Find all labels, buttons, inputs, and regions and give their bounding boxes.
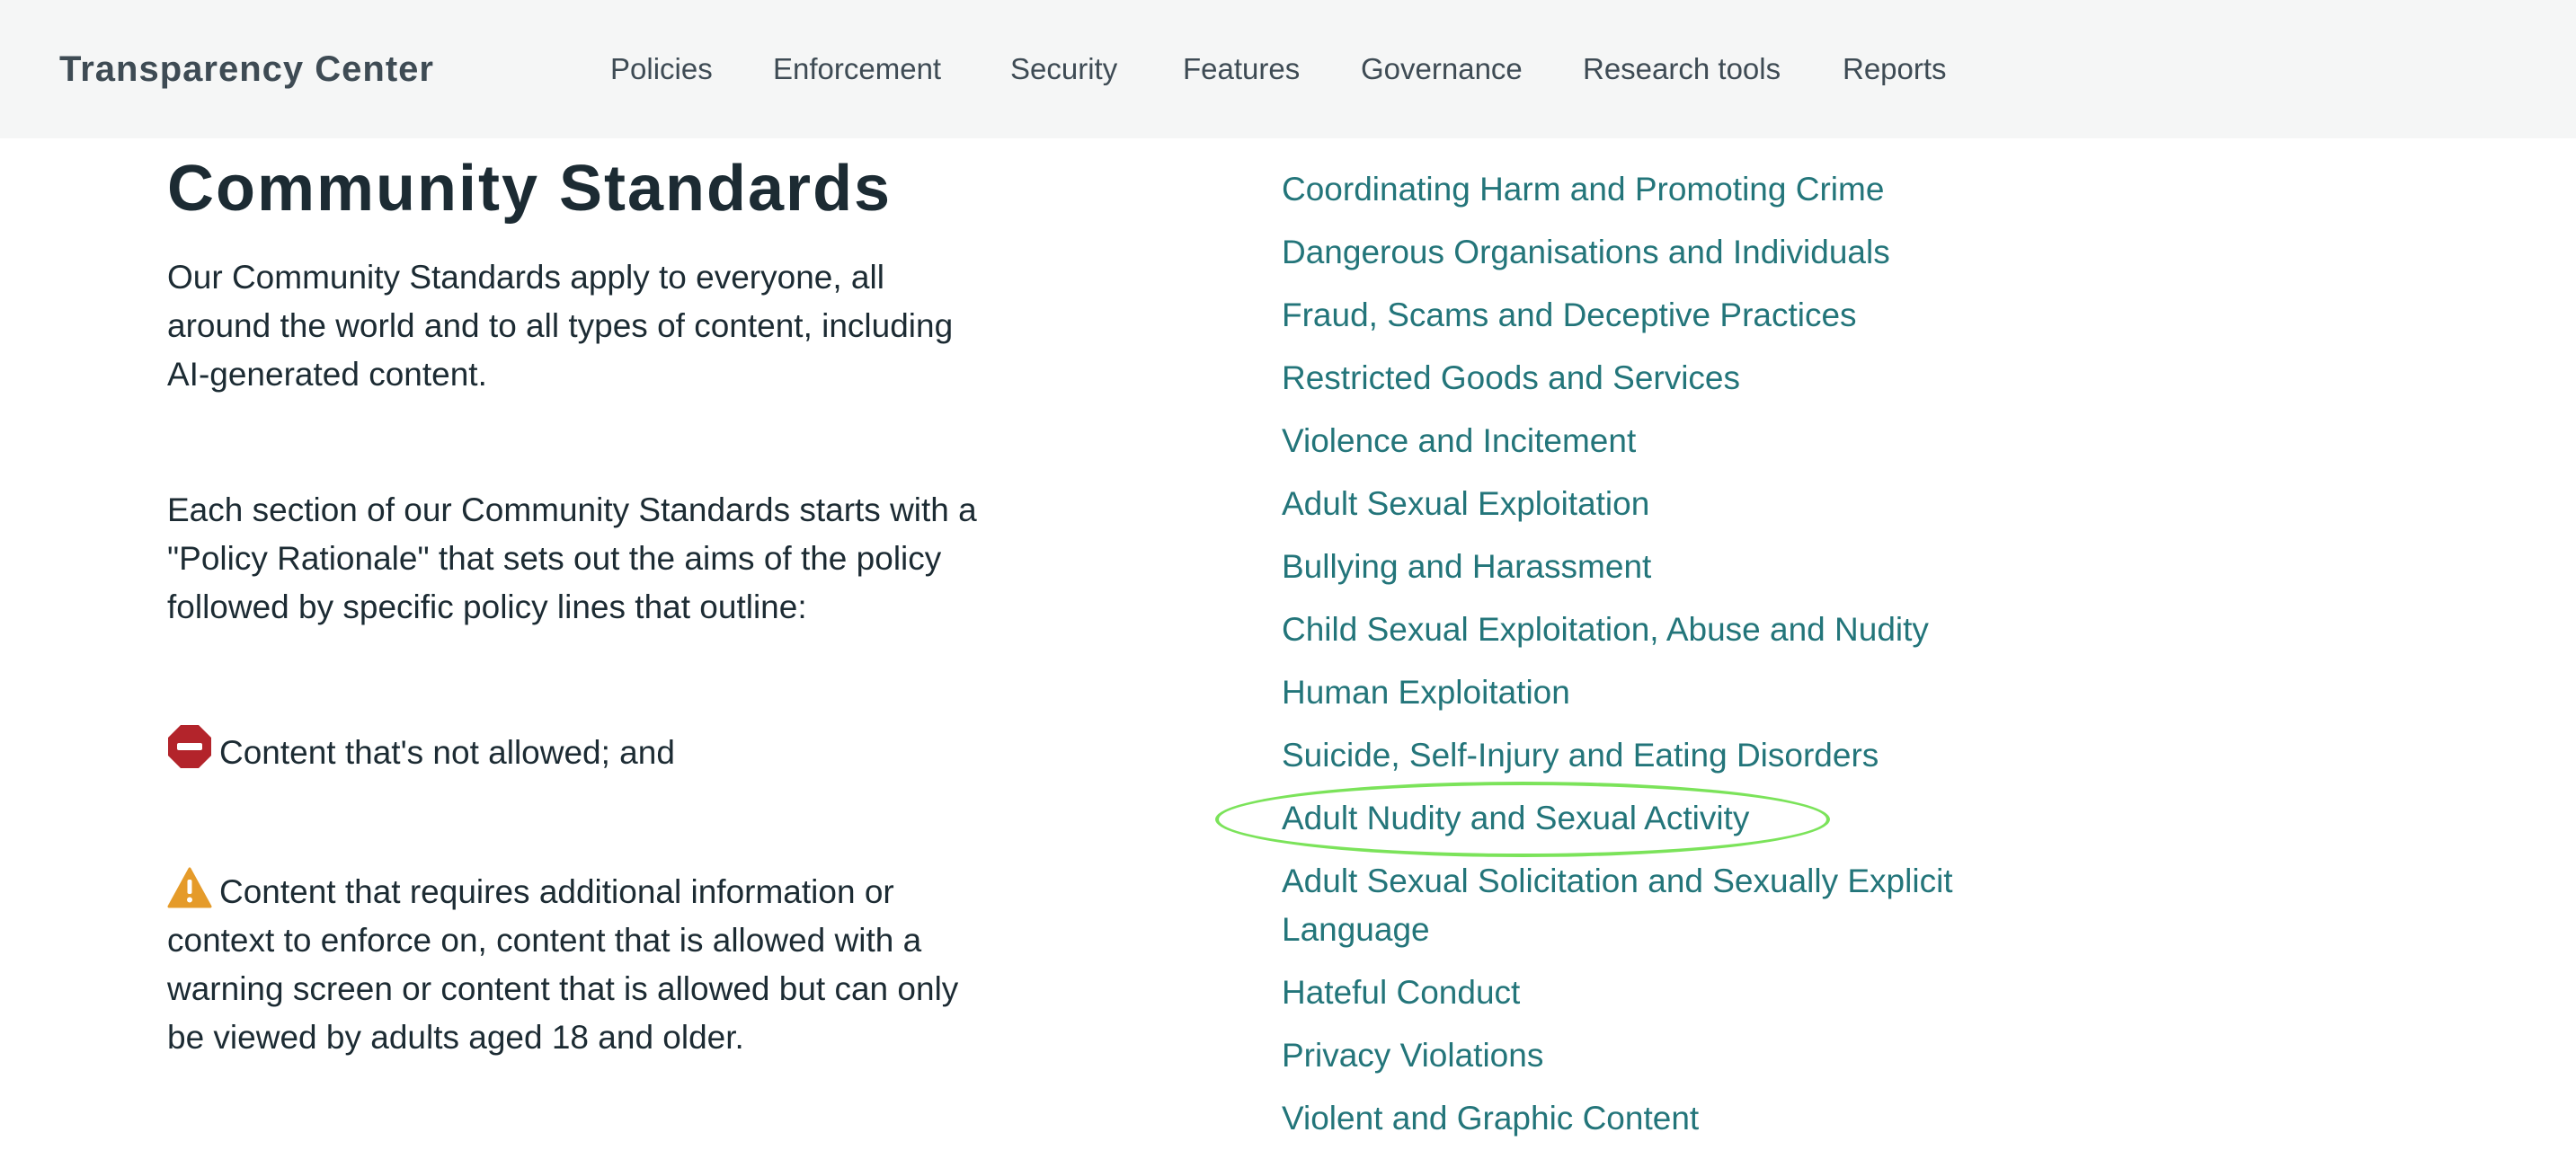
intro-paragraph: Our Community Standards apply to everyon… xyxy=(167,259,954,393)
policy-link-fraud-scams[interactable]: Fraud, Scams and Deceptive Practices xyxy=(1282,291,2037,340)
policy-link-suicide-self-injury[interactable]: Suicide, Self-Injury and Eating Disorder… xyxy=(1282,731,2037,780)
policy-link-child-sexual-exploitation[interactable]: Child Sexual Exploitation, Abuse and Nud… xyxy=(1282,606,2037,654)
no-entry-icon xyxy=(168,725,211,768)
nav-security[interactable]: Security xyxy=(1010,45,1117,93)
nav-policies[interactable]: Policies xyxy=(610,45,713,93)
nav-features[interactable]: Features xyxy=(1183,45,1300,93)
policy-link-violent-graphic-content[interactable]: Violent and Graphic Content xyxy=(1282,1094,2037,1143)
nav-governance[interactable]: Governance xyxy=(1361,45,1523,93)
page-title: Community Standards xyxy=(167,153,893,225)
context-line: Content that requires additional informa… xyxy=(167,867,994,1062)
context-text: Content that requires additional informa… xyxy=(167,873,959,1056)
policy-link-dangerous-organisations[interactable]: Dangerous Organisations and Individuals xyxy=(1282,228,2037,277)
policy-link-restricted-goods[interactable]: Restricted Goods and Services xyxy=(1282,354,2037,403)
brand-logo-text[interactable]: Transparency Center xyxy=(59,45,434,93)
policy-link-coordinating-harm[interactable]: Coordinating Harm and Promoting Crime xyxy=(1282,165,2037,214)
nav-enforcement[interactable]: Enforcement xyxy=(773,45,941,93)
policy-rationale-paragraph: Each section of our Community Standards … xyxy=(167,491,977,625)
warning-icon xyxy=(167,867,212,908)
policy-link-hateful-conduct[interactable]: Hateful Conduct xyxy=(1282,969,2037,1017)
not-allowed-line: Content that's not allowed; and xyxy=(167,724,994,777)
policy-link-bullying-harassment[interactable]: Bullying and Harassment xyxy=(1282,543,2037,591)
not-allowed-text: Content that's not allowed; and xyxy=(219,734,675,771)
nav-reports[interactable]: Reports xyxy=(1843,45,1947,93)
policy-link-adult-nudity[interactable]: Adult Nudity and Sexual Activity xyxy=(1282,794,2037,843)
policy-link-privacy-violations[interactable]: Privacy Violations xyxy=(1282,1031,2037,1080)
policy-link-human-exploitation[interactable]: Human Exploitation xyxy=(1282,668,2037,717)
top-nav-bar: Transparency Center Policies Enforcement… xyxy=(0,0,2576,138)
policy-link-adult-sexual-exploitation[interactable]: Adult Sexual Exploitation xyxy=(1282,480,2037,528)
policy-link-adult-sexual-solicitation[interactable]: Adult Sexual Solicitation and Sexually E… xyxy=(1282,857,2037,954)
nav-research-tools[interactable]: Research tools xyxy=(1583,45,1781,93)
policy-link-violence-incitement[interactable]: Violence and Incitement xyxy=(1282,417,2037,465)
